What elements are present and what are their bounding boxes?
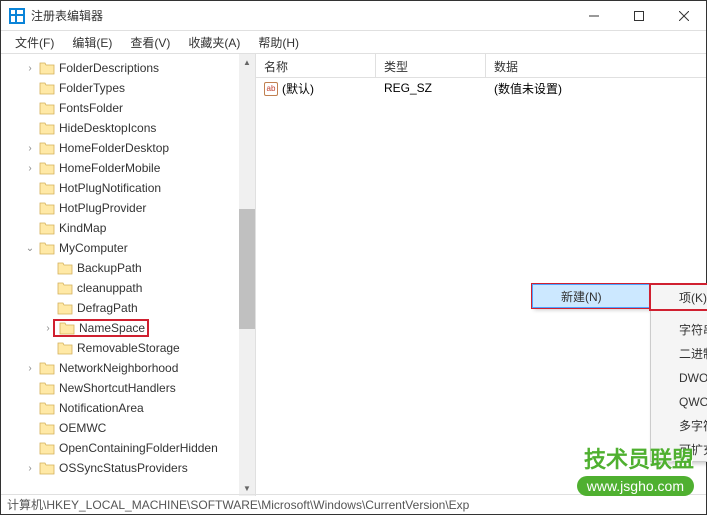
tree-label: FontsFolder [59, 101, 123, 115]
submenu-item-2[interactable]: 二进制值(B) [651, 341, 707, 365]
tree-label: KindMap [59, 221, 106, 235]
tree-item[interactable]: ⌄ MyComputer [1, 238, 255, 258]
string-value-icon: ab [264, 82, 278, 96]
tree-item[interactable]: HideDesktopIcons [1, 118, 255, 138]
tree-label: OpenContainingFolderHidden [59, 441, 218, 455]
column-data[interactable]: 数据 [486, 54, 706, 77]
tree-item[interactable]: › HomeFolderDesktop [1, 138, 255, 158]
tree-item[interactable]: FontsFolder [1, 98, 255, 118]
tree-label: NetworkNeighborhood [59, 361, 178, 375]
tree-label: FolderTypes [59, 81, 125, 95]
tree-label: HideDesktopIcons [59, 121, 156, 135]
content: › FolderDescriptions FolderTypes FontsFolde… [1, 53, 706, 496]
window-title: 注册表编辑器 [31, 7, 571, 24]
menu-item-label: 新建(N) [561, 288, 602, 305]
menu-1[interactable]: 编辑(E) [64, 32, 120, 53]
list-pane: 名称 类型 数据 ab(默认) REG_SZ (数值未设置) 新建(N) ▶ 项… [256, 54, 706, 496]
minimize-button[interactable] [571, 1, 616, 31]
tree-item[interactable]: NewShortcutHandlers [1, 378, 255, 398]
submenu-item-1[interactable]: 字符串值(S) [651, 317, 707, 341]
column-name[interactable]: 名称 [256, 54, 376, 77]
list-row[interactable]: ab(默认) REG_SZ (数值未设置) [256, 78, 706, 98]
tree-item[interactable]: › FolderDescriptions [1, 58, 255, 78]
statusbar-path: 计算机\HKEY_LOCAL_MACHINE\SOFTWARE\Microsof… [7, 496, 469, 513]
statusbar: 计算机\HKEY_LOCAL_MACHINE\SOFTWARE\Microsof… [1, 494, 706, 514]
close-button[interactable] [661, 1, 706, 31]
context-menu-submenu: 项(K) 字符串值(S)二进制值(B)DWORD (32 位)值(D)QWORD … [650, 284, 707, 462]
tree-label: BackupPath [77, 261, 142, 275]
tree-item[interactable]: RemovableStorage [1, 338, 255, 358]
menu-3[interactable]: 收藏夹(A) [180, 32, 248, 53]
tree-label: DefragPath [77, 301, 138, 315]
tree-label: RemovableStorage [77, 341, 180, 355]
tree-label: NewShortcutHandlers [59, 381, 176, 395]
submenu-item-0[interactable]: 项(K) [651, 285, 707, 309]
app-icon [9, 8, 25, 24]
expand-icon[interactable]: › [23, 63, 37, 74]
tree-label: HomeFolderMobile [59, 161, 160, 175]
expand-icon[interactable]: › [23, 463, 37, 474]
tree-item[interactable]: OEMWC [1, 418, 255, 438]
expand-icon[interactable]: › [23, 143, 37, 154]
expand-icon[interactable]: › [23, 163, 37, 174]
tree-item[interactable]: › OSSyncStatusProviders [1, 458, 255, 478]
tree-label: OSSyncStatusProviders [59, 461, 188, 475]
cell-data: (数值未设置) [486, 80, 570, 97]
tree-item[interactable]: › NetworkNeighborhood [1, 358, 255, 378]
tree-label: NotificationArea [59, 401, 144, 415]
cell-name: ab(默认) [256, 80, 376, 97]
scroll-up-arrow[interactable]: ▲ [239, 54, 255, 70]
tree-label: HomeFolderDesktop [59, 141, 169, 155]
tree-label: OEMWC [59, 421, 106, 435]
menu-4[interactable]: 帮助(H) [250, 32, 307, 53]
submenu-item-3[interactable]: DWORD (32 位)值(D) [651, 365, 707, 389]
tree-item[interactable]: HotPlugNotification [1, 178, 255, 198]
tree-label: FolderDescriptions [59, 61, 159, 75]
column-type[interactable]: 类型 [376, 54, 486, 77]
tree-item[interactable]: › HomeFolderMobile [1, 158, 255, 178]
tree-label: cleanuppath [77, 281, 142, 295]
tree-item[interactable]: ›NameSpace [1, 318, 255, 338]
expand-icon[interactable]: › [23, 363, 37, 374]
maximize-button[interactable] [616, 1, 661, 31]
tree-item[interactable]: KindMap [1, 218, 255, 238]
tree-label: HotPlugNotification [59, 181, 161, 195]
titlebar: 注册表编辑器 [1, 1, 706, 31]
scrollbar-thumb[interactable] [239, 209, 255, 329]
vertical-scrollbar[interactable]: ▲ ▼ [239, 54, 255, 496]
submenu-item-4[interactable]: QWORD (64 位)值(Q) [651, 389, 707, 413]
cell-type: REG_SZ [376, 81, 486, 95]
tree-item[interactable]: NotificationArea [1, 398, 255, 418]
menu-0[interactable]: 文件(F) [7, 32, 62, 53]
context-menu-primary: 新建(N) ▶ [532, 284, 650, 308]
menu-2[interactable]: 查看(V) [122, 32, 178, 53]
submenu-item-6[interactable]: 可扩充字符串值(E) [651, 437, 707, 461]
list-header: 名称 类型 数据 [256, 54, 706, 78]
tree-label: HotPlugProvider [59, 201, 146, 215]
tree-label: MyComputer [59, 241, 128, 255]
tree-item[interactable]: BackupPath [1, 258, 255, 278]
tree-item[interactable]: cleanuppath [1, 278, 255, 298]
tree-pane: › FolderDescriptions FolderTypes FontsFolde… [1, 54, 256, 496]
submenu-item-5[interactable]: 多字符串值(M) [651, 413, 707, 437]
tree-item[interactable]: HotPlugProvider [1, 198, 255, 218]
menubar: 文件(F)编辑(E)查看(V)收藏夹(A)帮助(H) [1, 31, 706, 53]
collapse-icon[interactable]: ⌄ [23, 243, 37, 254]
tree-item[interactable]: DefragPath [1, 298, 255, 318]
tree-item[interactable]: FolderTypes [1, 78, 255, 98]
tree-item[interactable]: OpenContainingFolderHidden [1, 438, 255, 458]
